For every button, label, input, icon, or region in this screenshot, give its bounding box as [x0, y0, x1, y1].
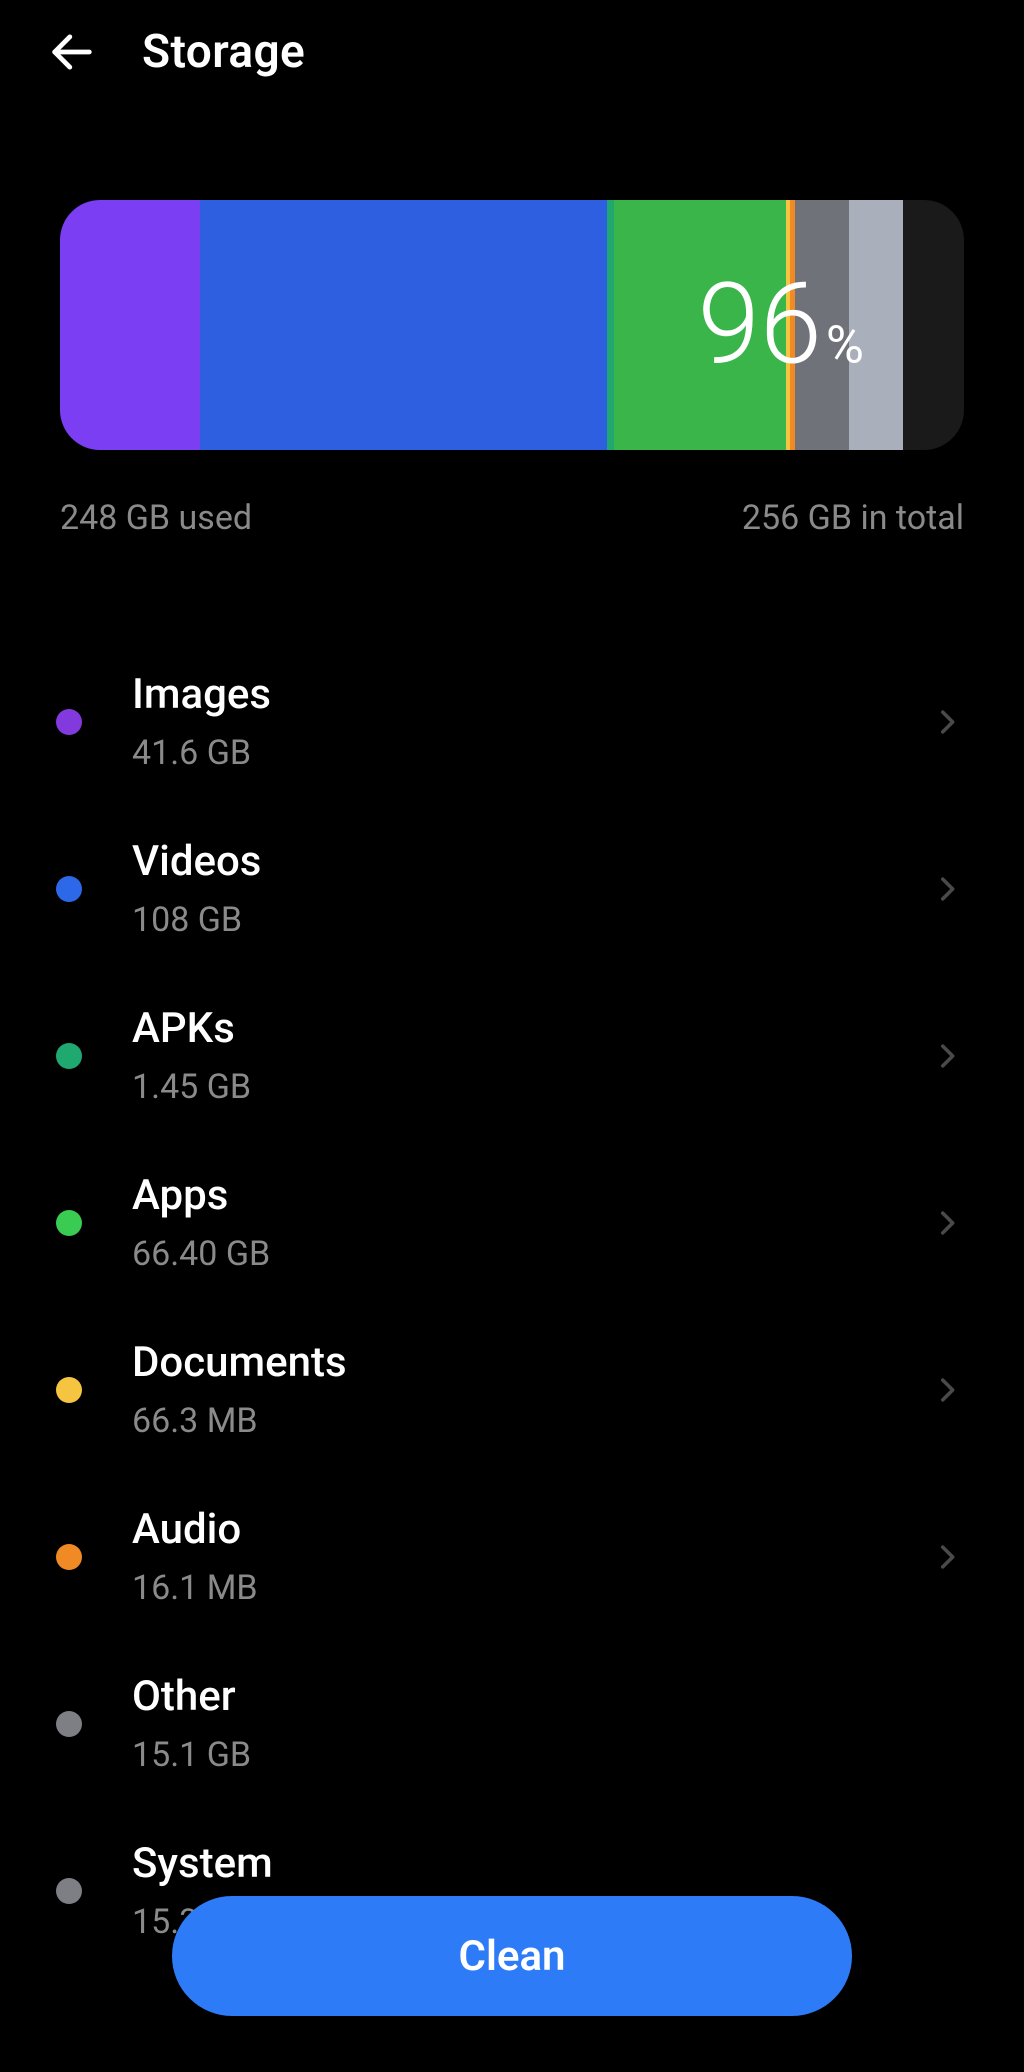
category-text: Videos 108 GB: [132, 837, 930, 940]
usage-bar: 96 %: [60, 200, 964, 450]
category-name: Images: [132, 670, 930, 719]
page-title: Storage: [142, 25, 305, 79]
category-size: 1.45 GB: [132, 1067, 930, 1107]
usage-chart: 96 % 248 GB used 256 GB in total: [0, 122, 1024, 538]
category-text: Audio 16.1 MB: [132, 1505, 930, 1608]
category-dot-icon: [56, 1544, 82, 1570]
used-text: 248 GB used: [60, 498, 252, 538]
category-text: Images 41.6 GB: [132, 670, 930, 773]
storage-screen: Storage 96 % 248 GB used 256 GB in total…: [0, 0, 1024, 2072]
category-text: Documents 66.3 MB: [132, 1338, 930, 1441]
category-row-documents[interactable]: Documents 66.3 MB: [0, 1306, 1024, 1473]
chevron-right-icon: [930, 872, 964, 906]
category-dot-icon: [56, 1711, 82, 1737]
category-name: Videos: [132, 837, 930, 886]
category-size: 16.1 MB: [132, 1568, 930, 1608]
usage-legend: 248 GB used 256 GB in total: [60, 498, 964, 538]
category-name: APKs: [132, 1004, 930, 1053]
category-name: Other: [132, 1672, 964, 1721]
category-dot-icon: [56, 1878, 82, 1904]
usage-segment: [607, 200, 614, 450]
category-name: System: [132, 1839, 964, 1888]
usage-segment: [60, 200, 200, 450]
category-text: Apps 66.40 GB: [132, 1171, 930, 1274]
category-size: 66.40 GB: [132, 1234, 930, 1274]
usage-segment: [200, 200, 607, 450]
percent-sign: %: [826, 315, 864, 376]
category-size: 41.6 GB: [132, 733, 930, 773]
usage-segment: [903, 200, 964, 450]
chevron-right-icon: [930, 1373, 964, 1407]
total-text: 256 GB in total: [742, 498, 964, 538]
chevron-right-icon: [930, 1039, 964, 1073]
arrow-left-icon: [46, 26, 98, 78]
category-name: Documents: [132, 1338, 930, 1387]
category-size: 108 GB: [132, 900, 930, 940]
category-dot-icon: [56, 876, 82, 902]
clean-button-label: Clean: [459, 1932, 566, 1981]
category-row-images[interactable]: Images 41.6 GB: [0, 638, 1024, 805]
category-dot-icon: [56, 1210, 82, 1236]
chevron-right-icon: [930, 1540, 964, 1574]
category-text: APKs 1.45 GB: [132, 1004, 930, 1107]
category-text: Other 15.1 GB: [132, 1672, 964, 1775]
category-row-audio[interactable]: Audio 16.1 MB: [0, 1473, 1024, 1640]
clean-button[interactable]: Clean: [172, 1896, 852, 2016]
category-size: 66.3 MB: [132, 1401, 930, 1441]
chevron-right-icon: [930, 1206, 964, 1240]
category-row-videos[interactable]: Videos 108 GB: [0, 805, 1024, 972]
category-dot-icon: [56, 709, 82, 735]
category-name: Audio: [132, 1505, 930, 1554]
category-row-apks[interactable]: APKs 1.45 GB: [0, 972, 1024, 1139]
category-name: Apps: [132, 1171, 930, 1220]
category-dot-icon: [56, 1043, 82, 1069]
back-button[interactable]: [42, 22, 102, 82]
usage-percent: 96 %: [698, 260, 864, 391]
usage-percent-value: 96: [698, 260, 822, 391]
chevron-right-icon: [930, 705, 964, 739]
category-list: Images 41.6 GB Videos 108 GB APKs 1.45 GB Apps…: [0, 638, 1024, 1974]
category-size: 15.1 GB: [132, 1735, 964, 1775]
header: Storage: [0, 0, 1024, 122]
category-row-apps[interactable]: Apps 66.40 GB: [0, 1139, 1024, 1306]
category-dot-icon: [56, 1377, 82, 1403]
category-row-other: Other 15.1 GB: [0, 1640, 1024, 1807]
